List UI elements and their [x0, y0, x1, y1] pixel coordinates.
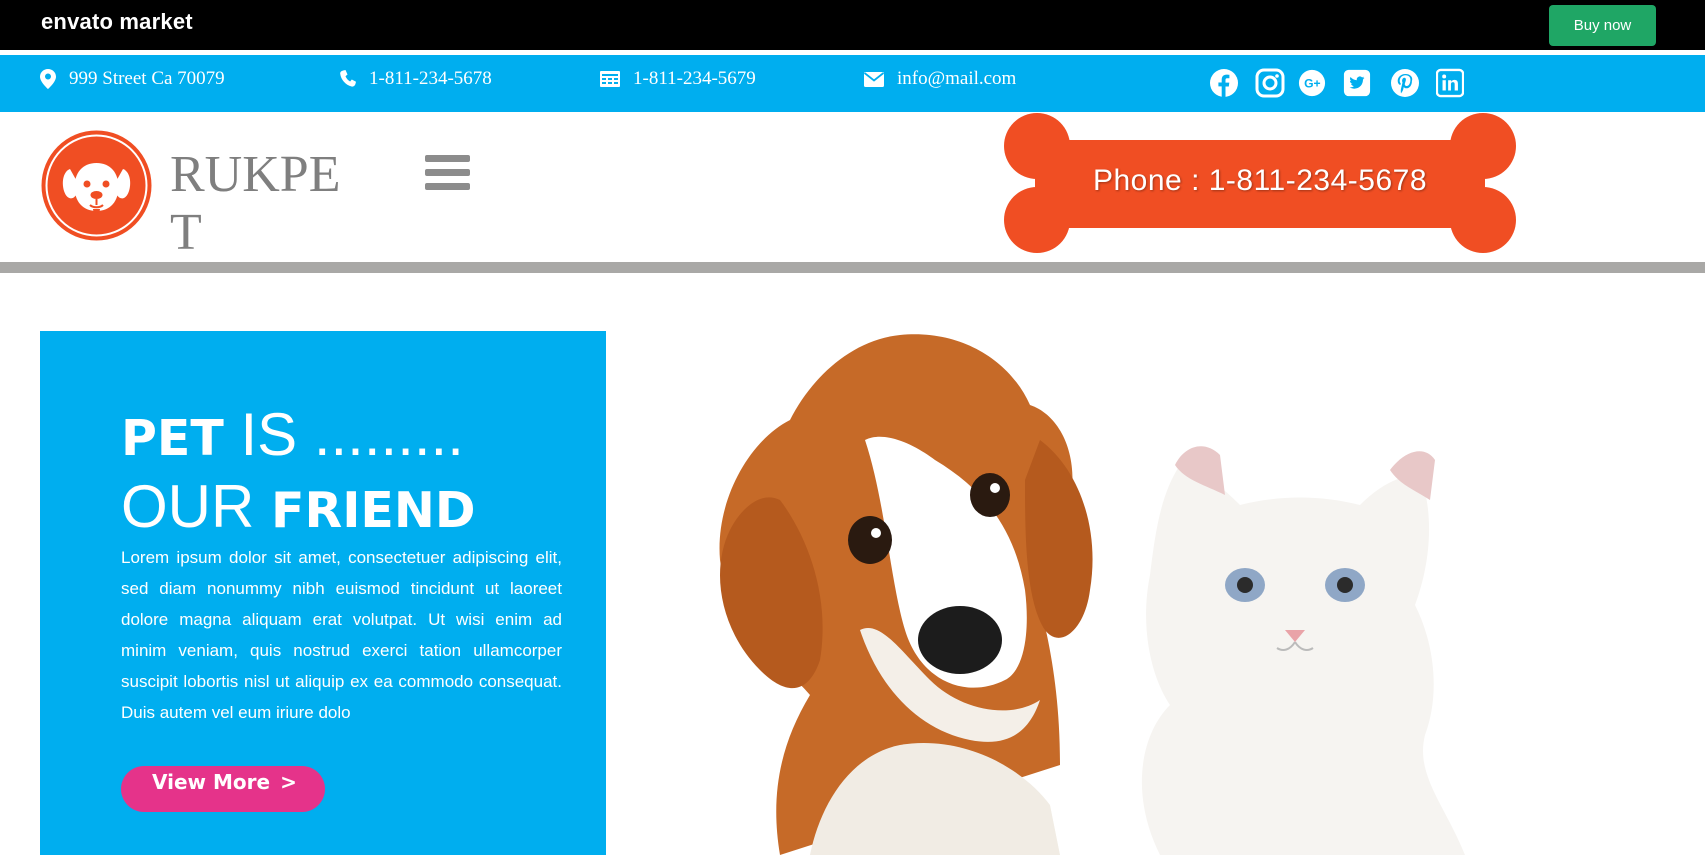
hero-description: Lorem ipsum dolor sit amet, consectetuer…: [121, 548, 562, 722]
fax-icon: [600, 71, 620, 87]
google-plus-icon[interactable]: G+: [1298, 68, 1326, 98]
buy-now-button[interactable]: Buy now: [1549, 5, 1656, 46]
hero-title-light-1: IS .........: [223, 401, 464, 468]
hero-panel: PET IS ......... OUR FRIEND Lorem ipsum …: [40, 331, 606, 855]
pinterest-icon[interactable]: [1390, 68, 1420, 98]
site-header: RUKPET Phone : 1-811-234-5678: [0, 112, 1705, 262]
dog-logo-icon[interactable]: [40, 129, 153, 242]
view-more-label: View More: [152, 770, 271, 794]
dog-and-cat-image: [719, 334, 1465, 855]
header-divider: [0, 262, 1705, 273]
map-pin-icon: [40, 69, 56, 89]
phone-icon: [340, 70, 356, 87]
facebook-icon[interactable]: [1209, 68, 1239, 98]
hero-title-bold-1: PET: [121, 410, 224, 467]
hamburger-menu-icon[interactable]: [425, 155, 470, 195]
phone-text[interactable]: 1-811-234-5678: [369, 68, 492, 90]
contact-info-bar: 999 Street Ca 70079 1-811-234-5678 1-811…: [0, 55, 1705, 112]
svg-text:G+: G+: [1304, 77, 1321, 91]
envato-logo[interactable]: envato market: [41, 9, 193, 35]
twitter-icon[interactable]: [1343, 68, 1371, 98]
hero-title: PET IS ......... OUR FRIEND: [121, 401, 476, 545]
email-item: info@mail.com: [864, 68, 1016, 90]
instagram-icon[interactable]: [1255, 68, 1285, 98]
email-text[interactable]: info@mail.com: [897, 68, 1016, 90]
address-text: 999 Street Ca 70079: [69, 68, 225, 89]
fax-text[interactable]: 1-811-234-5679: [633, 68, 756, 90]
phone-item: 1-811-234-5678: [340, 68, 492, 90]
brand-name[interactable]: RUKPET: [170, 146, 350, 262]
phone-banner-text[interactable]: Phone : 1-811-234-5678: [995, 164, 1525, 198]
hero-title-light-2: OUR: [121, 473, 271, 540]
address-item: 999 Street Ca 70079: [40, 68, 225, 90]
fax-item: 1-811-234-5679: [600, 68, 756, 90]
linkedin-icon[interactable]: [1436, 68, 1464, 98]
hero-title-bold-2: FRIEND: [271, 482, 476, 539]
envato-top-bar: envato market Buy now: [0, 0, 1705, 50]
chevron-right-icon: >: [280, 770, 297, 794]
view-more-button[interactable]: View More >: [121, 766, 325, 812]
envelope-icon: [864, 71, 884, 87]
